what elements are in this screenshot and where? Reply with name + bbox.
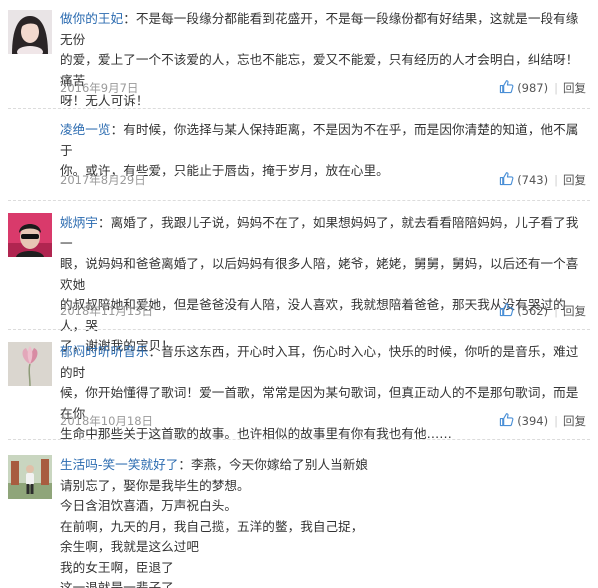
like-count: (562) [517,304,549,318]
action-divider: | [554,81,558,95]
comment-text: 今日含泪饮喜酒，万声祝白头。 [60,498,238,513]
reply-button[interactable]: 回复 [563,413,586,429]
comment-item: 姚炳宇：离婚了，我跟儿子说，妈妈不在了，如果想妈妈了，就去看看陪陪妈妈，儿子看了… [0,201,598,353]
comment-username[interactable]: 凌绝一览 [60,122,111,137]
comment-text: 眼，说妈妈和爸爸离婚了，以后妈妈有很多人陪，姥爷，姥姥，舅舅，舅妈，以后还有一个… [60,256,579,292]
thumbs-up-icon [499,302,517,320]
comment-list: 做你的王妃：不是每一段缘分都能看到花盛开，不是每一段缘份都有好结果，这就是一段有… [0,0,598,588]
like-count: (743) [517,173,549,187]
thumbs-up-icon [499,79,517,97]
comment-text: ：不是每一段缘分都能看到花盛开，不是每一段缘份都有好结果，这就是一段有缘无份 [60,11,579,47]
comment-actions: (987) | 回复 [499,79,586,97]
comment-username[interactable]: 做你的王妃 [60,11,123,26]
like-count: (987) [517,81,549,95]
comment-body: 生活吗-笑一笑就好了：李燕，今天你嫁给了别人当新娘 请别忘了，娶你是我毕生的梦想… [60,455,584,588]
avatar[interactable] [8,10,52,54]
comment-date: 2017年8月29日 [60,173,146,187]
comment-username[interactable]: 生活吗-笑一笑就好了 [60,457,178,472]
reply-button[interactable]: 回复 [563,80,586,96]
comment-item: 郁闷时听听音乐：音乐这东西，开心时入耳，伤心时入心，快乐的时候，你听的是音乐，难… [0,330,598,441]
like-button[interactable]: (987) [499,79,548,97]
comment-item: 做你的王妃：不是每一段缘分都能看到花盛开，不是每一段缘份都有好结果，这就是一段有… [0,0,598,108]
thumbs-up-icon [499,412,517,430]
comment-username[interactable]: 姚炳宇 [60,215,98,230]
comment-date: 2018年11月13日 [60,304,154,318]
comment-text: 我的女王啊，臣退了 [60,559,174,575]
thumbs-up-icon [499,171,517,189]
comment-actions: (743) | 回复 [499,171,586,189]
action-divider: | [554,304,558,318]
comment-text: ：有时候，你选择与某人保持距离，不是因为不在乎，而是因你清楚的知道，他不属于 [60,122,579,158]
comment-date: 2016年9月7日 [60,81,139,95]
avatar[interactable] [8,342,52,386]
action-divider: | [554,414,558,428]
comment-text: 请别忘了，娶你是我毕生的梦想。 [60,477,250,493]
comment-text: 余生啊，我就是这么过吧 [60,539,200,554]
comment-text: ：李燕，今天你嫁给了别人当新娘 [178,457,369,472]
comment-text: ：离婚了，我跟儿子说，妈妈不在了，如果想妈妈了，就去看看陪陪妈妈，儿子看了我一 [60,215,579,251]
comment-text: 在前啊，九天的月，我自己揽，五洋的鳖，我自己捉， [60,518,364,534]
comment-date: 2018年10月18日 [60,414,154,428]
comment-actions: (394) | 回复 [499,412,586,430]
like-count: (394) [517,414,549,428]
action-divider: | [554,173,558,187]
reply-button[interactable]: 回复 [563,172,586,188]
reply-button[interactable]: 回复 [563,303,586,319]
comment-text: 这一退就是一辈子了。 [60,580,187,588]
like-button[interactable]: (743) [499,171,548,189]
avatar[interactable] [8,213,52,257]
avatar[interactable] [8,455,52,499]
like-button[interactable]: (394) [499,412,548,430]
comment-actions: (562) | 回复 [499,302,586,320]
like-button[interactable]: (562) [499,302,548,320]
comment-username[interactable]: 郁闷时听听音乐 [60,344,149,359]
comment-item: 生活吗-笑一笑就好了：李燕，今天你嫁给了别人当新娘 请别忘了，娶你是我毕生的梦想… [0,440,598,588]
comment-item: 凌绝一览：有时候，你选择与某人保持距离，不是因为不在乎，而是因你清楚的知道，他不… [0,109,598,200]
